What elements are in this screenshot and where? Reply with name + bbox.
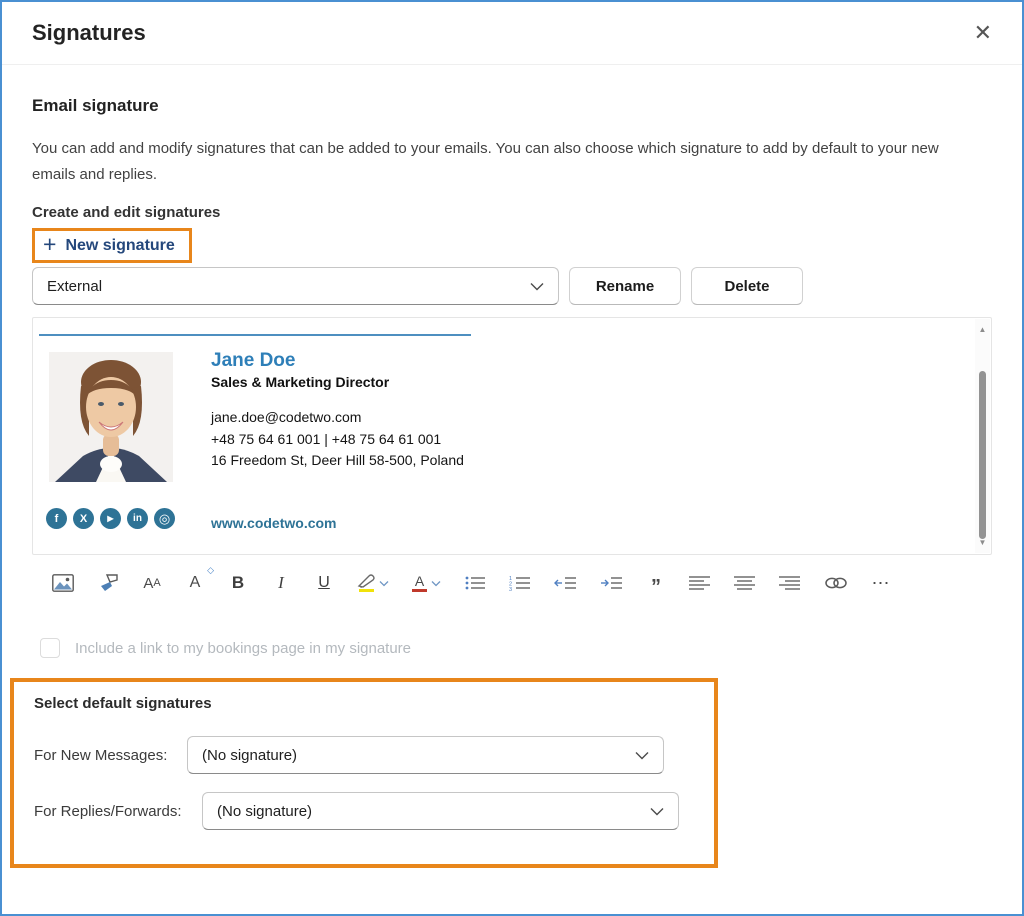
dialog-header: Signatures ✕ <box>2 2 1022 65</box>
rename-button[interactable]: Rename <box>569 267 681 305</box>
linkedin-icon[interactable]: in <box>127 508 148 529</box>
insert-image-icon[interactable] <box>52 571 74 595</box>
signature-email: jane.doe@codetwo.com <box>211 407 464 429</box>
bookings-label: Include a link to my bookings page in my… <box>75 640 411 657</box>
bullet-list-icon[interactable] <box>464 571 486 595</box>
italic-icon[interactable]: I <box>271 571 291 595</box>
youtube-icon[interactable]: ▶ <box>100 508 121 529</box>
align-left-icon[interactable] <box>689 571 711 595</box>
email-signature-description: You can add and modify signatures that c… <box>32 136 982 188</box>
font-color-icon[interactable]: A <box>412 571 441 595</box>
signature-select-value: External <box>47 278 102 295</box>
bookings-row: Include a link to my bookings page in my… <box>32 638 992 658</box>
bold-icon[interactable]: B <box>228 571 248 595</box>
signature-select[interactable]: External <box>32 267 559 305</box>
chevron-down-icon <box>530 282 544 291</box>
editor-scrollbar[interactable]: ▲ ▼ <box>975 319 990 553</box>
signature-selector-row: External Rename Delete <box>32 267 992 305</box>
scroll-up-icon[interactable]: ▲ <box>975 325 990 334</box>
signature-info: Jane Doe Sales & Marketing Director jane… <box>211 350 464 472</box>
signature-photo <box>49 352 173 482</box>
replies-forwards-value: (No signature) <box>217 803 312 820</box>
increase-indent-icon[interactable] <box>600 571 623 595</box>
default-signatures-heading: Select default signatures <box>34 695 714 712</box>
svg-text:3: 3 <box>509 587 512 591</box>
numbered-list-icon[interactable]: 123 <box>509 571 531 595</box>
align-center-icon[interactable] <box>734 571 756 595</box>
signature-website-link[interactable]: www.codetwo.com <box>211 515 337 531</box>
bookings-checkbox[interactable] <box>40 638 60 658</box>
new-messages-row: For New Messages: (No signature) <box>34 736 714 774</box>
facebook-icon[interactable]: f <box>46 508 67 529</box>
chevron-down-icon[interactable] <box>431 580 441 587</box>
close-icon[interactable]: ✕ <box>974 22 992 44</box>
insert-link-icon[interactable] <box>824 571 848 595</box>
text-highlight-icon[interactable] <box>357 571 389 595</box>
social-icons-row: f X ▶ in ◎ <box>46 508 175 529</box>
format-painter-icon[interactable] <box>97 571 119 595</box>
create-edit-heading: Create and edit signatures <box>32 204 992 221</box>
plus-icon: + <box>43 233 56 256</box>
formatting-toolbar: AA A◇ B I U A 123 <box>32 561 992 605</box>
underline-icon[interactable]: U <box>314 571 334 595</box>
signature-phones: +48 75 64 61 001 | +48 75 64 61 001 <box>211 429 464 451</box>
page-title: Signatures <box>32 20 146 46</box>
more-options-icon[interactable]: ⋯ <box>871 571 891 595</box>
new-signature-callout: + New signature <box>32 228 192 263</box>
font-name-icon[interactable]: AA <box>142 571 162 595</box>
delete-button[interactable]: Delete <box>691 267 803 305</box>
quote-icon[interactable]: ” <box>646 575 666 599</box>
chevron-down-icon[interactable] <box>379 580 389 587</box>
new-signature-button[interactable]: + New signature <box>35 231 189 260</box>
signature-divider-rule <box>39 334 471 336</box>
new-messages-label: For New Messages: <box>34 747 187 764</box>
new-messages-select[interactable]: (No signature) <box>187 736 664 774</box>
signature-editor[interactable]: Jane Doe Sales & Marketing Director jane… <box>32 317 992 555</box>
signature-name: Jane Doe <box>211 350 464 372</box>
dialog-body: Email signature You can add and modify s… <box>2 96 1022 868</box>
email-signature-heading: Email signature <box>32 96 992 116</box>
scroll-down-icon[interactable]: ▼ <box>975 538 990 547</box>
signature-job-title: Sales & Marketing Director <box>211 374 464 390</box>
x-twitter-icon[interactable]: X <box>73 508 94 529</box>
chevron-down-icon <box>635 751 649 760</box>
replies-forwards-label: For Replies/Forwards: <box>34 803 202 820</box>
signature-address: 16 Freedom St, Deer Hill 58-500, Poland <box>211 450 464 472</box>
chevron-down-icon <box>650 807 664 816</box>
instagram-icon[interactable]: ◎ <box>154 508 175 529</box>
default-signatures-callout: Select default signatures For New Messag… <box>10 678 718 868</box>
replies-forwards-select[interactable]: (No signature) <box>202 792 679 830</box>
font-size-icon[interactable]: A◇ <box>185 571 205 595</box>
replies-forwards-row: For Replies/Forwards: (No signature) <box>34 792 714 830</box>
decrease-indent-icon[interactable] <box>554 571 577 595</box>
align-right-icon[interactable] <box>779 571 801 595</box>
scrollbar-thumb[interactable] <box>979 371 986 539</box>
new-messages-value: (No signature) <box>202 747 297 764</box>
new-signature-label: New signature <box>65 237 174 255</box>
